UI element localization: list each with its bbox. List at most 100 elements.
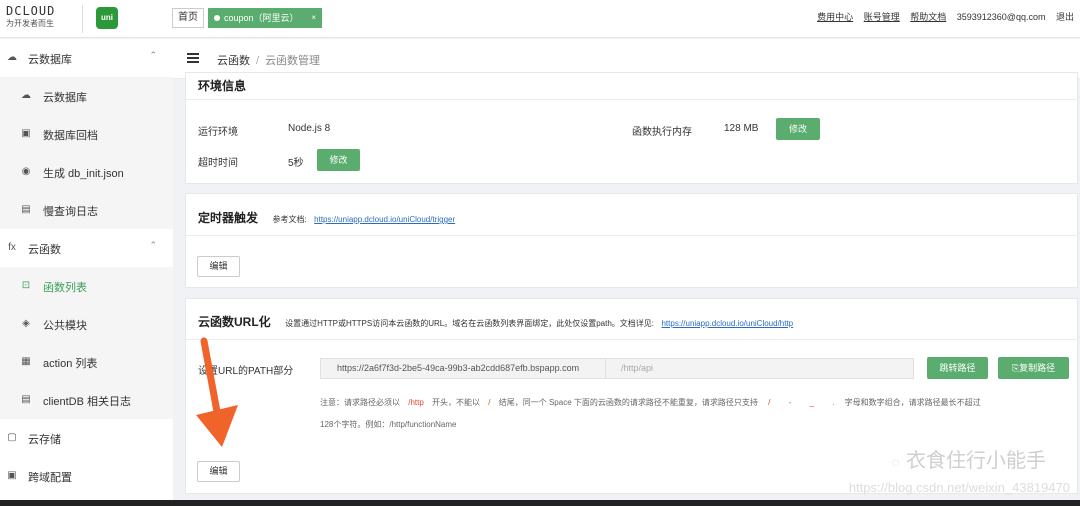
sidebar-group-functions[interactable]: fx 云函数 ⌃: [0, 229, 173, 267]
close-icon[interactable]: ×: [311, 8, 316, 28]
sidebar-item-cloud-db[interactable]: ☁ 云数据库: [0, 77, 173, 115]
module-icon: ◈: [22, 318, 30, 329]
url-edit-button[interactable]: 编辑: [197, 461, 240, 482]
uni-logo-icon[interactable]: uni: [96, 7, 118, 29]
space-tab[interactable]: coupon（阿里云） ×: [208, 8, 322, 28]
account-link[interactable]: 账号管理: [864, 12, 900, 22]
sidebar-item-slow-query[interactable]: ▤ 慢查询日志: [0, 191, 173, 229]
timeout-value: 5秒: [288, 158, 304, 169]
restore-icon: ▣: [21, 128, 31, 139]
sidebar-item-label: 慢查询日志: [43, 206, 98, 218]
timer-doc-link[interactable]: https://uniapp.dcloud.io/uniCloud/trigge…: [314, 215, 455, 224]
user-email: 3593912360@qq.com: [956, 12, 1046, 22]
note-char: .: [832, 398, 835, 407]
sidebar-item-label: 云数据库: [43, 92, 87, 104]
top-bar: DCLOUD 为开发者而生 uni 首页 coupon（阿里云） × 费用中心 …: [0, 0, 1080, 38]
generate-icon: ◉: [21, 166, 31, 177]
sidebar-item-label: 公共模块: [43, 320, 87, 332]
sidebar: ☁ 云数据库 ⌃ ☁ 云数据库 ▣ 数据库回档 ◉ 生成 db_init.jso…: [0, 39, 173, 506]
watermark-url: https://blog.csdn.net/weixin_43819470: [848, 480, 1070, 495]
top-links: 费用中心 账号管理 帮助文档 3593912360@qq.com 退出: [809, 10, 1074, 23]
modify-timeout-button[interactable]: 修改: [317, 149, 360, 171]
cloud-db-icon: ☁: [21, 90, 31, 101]
sidebar-group-cors[interactable]: ▣ 跨域配置: [0, 457, 173, 495]
space-tab-label: coupon（阿里云）: [224, 13, 299, 23]
cors-icon: ▣: [7, 470, 17, 481]
sidebar-group-cloud-db[interactable]: ☁ 云数据库 ⌃: [0, 39, 173, 77]
divider: [186, 99, 1077, 100]
copy-path-button[interactable]: ⎘复制路径: [998, 357, 1069, 379]
runtime-value: Node.js 8: [288, 123, 331, 134]
env-title: 环境信息: [198, 79, 247, 93]
menu-toggle-icon[interactable]: [187, 53, 199, 63]
timeout-label: 超时时间: [198, 158, 238, 169]
sidebar-item-function-list[interactable]: ⊡ 函数列表: [0, 267, 173, 305]
dcloud-logo[interactable]: DCLOUD 为开发者而生: [6, 4, 76, 30]
breadcrumb-current: 云函数管理: [265, 55, 321, 67]
timer-title: 定时器触发: [198, 211, 259, 225]
path-note: 注意：请求路径必须以 /http 开头，不能以 / 结尾，同一个 Space 下…: [320, 392, 1070, 436]
sidebar-item-db-restore[interactable]: ▣ 数据库回档: [0, 115, 173, 153]
note-char: /: [768, 398, 771, 407]
timer-doc-prefix: 参考文档:: [272, 215, 307, 224]
sidebar-item-label: 云函数: [28, 244, 61, 256]
copy-icon: ⎘: [1011, 363, 1020, 373]
jump-path-button[interactable]: 跳转路径: [927, 357, 988, 379]
sidebar-item-label: 函数列表: [43, 282, 87, 294]
memory-label: 函数执行内存: [632, 127, 692, 138]
url-desc: 设置通过HTTP或HTTPS访问本云函数的URL。域名在云函数列表界面绑定，此处…: [285, 319, 655, 328]
bottom-bar: [0, 500, 1080, 506]
annotation-arrow-icon: [196, 337, 238, 447]
logo-text: DCLOUD: [6, 4, 56, 18]
log-icon: ▤: [21, 394, 31, 405]
sidebar-item-label: 云存储: [28, 434, 61, 446]
status-dot-icon: [214, 15, 220, 21]
home-button[interactable]: 首页: [172, 8, 204, 28]
logo-subtitle: 为开发者而生: [6, 19, 54, 28]
breadcrumb: 云函数 / 云函数管理: [217, 52, 320, 68]
sidebar-item-label: action 列表: [43, 358, 98, 370]
breadcrumb-separator: /: [256, 55, 260, 67]
fx-icon: fx: [8, 242, 16, 253]
watermark-label: 衣食住行小能手: [906, 450, 1046, 472]
note-char: _: [809, 398, 814, 407]
wechat-icon: ◌: [891, 454, 900, 470]
sidebar-item-clientdb-log[interactable]: ▤ clientDB 相关日志: [0, 381, 173, 419]
path-input[interactable]: /http/api: [621, 363, 653, 373]
sidebar-item-label: 数据库回档: [43, 130, 98, 142]
sidebar-item-db-init[interactable]: ◉ 生成 db_init.json: [0, 153, 173, 191]
timer-card: 定时器触发 参考文档: https://uniapp.dcloud.io/uni…: [185, 193, 1078, 288]
timer-edit-button[interactable]: 编辑: [197, 256, 240, 277]
url-header: 云函数URL化 设置通过HTTP或HTTPS访问本云函数的URL。域名在云函数列…: [198, 313, 793, 331]
cloud-db-icon: ☁: [7, 52, 17, 63]
memory-value: 128 MB: [724, 123, 759, 134]
storage-icon: ▢: [7, 432, 17, 443]
note-text: 结尾，同一个 Space 下面的云函数的请求路径不能重复，请求路径只支持: [498, 398, 758, 407]
note-text: 128个字符。例如：/http/functionName: [320, 420, 457, 429]
path-input-group: https://2a6f7f3d-2be5-49ca-99b3-ab2cdd68…: [320, 358, 914, 379]
action-icon: ▦: [21, 356, 31, 367]
sidebar-item-action-list[interactable]: ▦ action 列表: [0, 343, 173, 381]
note-text: 开头，不能以: [432, 398, 481, 407]
url-title: 云函数URL化: [198, 315, 271, 329]
url-doc-link[interactable]: https://uniapp.dcloud.io/uniCloud/http: [661, 319, 793, 328]
billing-link[interactable]: 费用中心: [817, 12, 853, 22]
logout-link[interactable]: 退出: [1056, 12, 1074, 22]
watermark-text: ◌ 衣食住行小能手: [892, 444, 1046, 473]
sidebar-item-label: 生成 db_init.json: [43, 168, 124, 180]
note-text: 字母和数字组合，请求路径最长不超过: [844, 398, 981, 407]
modify-memory-button[interactable]: 修改: [776, 118, 820, 140]
chevron-up-icon: ⌃: [149, 50, 157, 60]
runtime-label: 运行环境: [198, 127, 238, 138]
env-card: 环境信息 运行环境 Node.js 8 函数执行内存 128 MB 修改 超时时…: [185, 72, 1078, 184]
help-link[interactable]: 帮助文档: [910, 12, 946, 22]
divider: [82, 5, 83, 33]
divider: [186, 339, 1077, 340]
breadcrumb-root[interactable]: 云函数: [217, 55, 250, 67]
sidebar-group-storage[interactable]: ▢ 云存储: [0, 419, 173, 457]
domain-value: https://2a6f7f3d-2be5-49ca-99b3-ab2cdd68…: [337, 363, 580, 373]
function-list-icon: ⊡: [21, 280, 31, 291]
note-http: /http: [408, 398, 424, 407]
divider: [605, 359, 606, 378]
sidebar-item-common-module[interactable]: ◈ 公共模块: [0, 305, 173, 343]
